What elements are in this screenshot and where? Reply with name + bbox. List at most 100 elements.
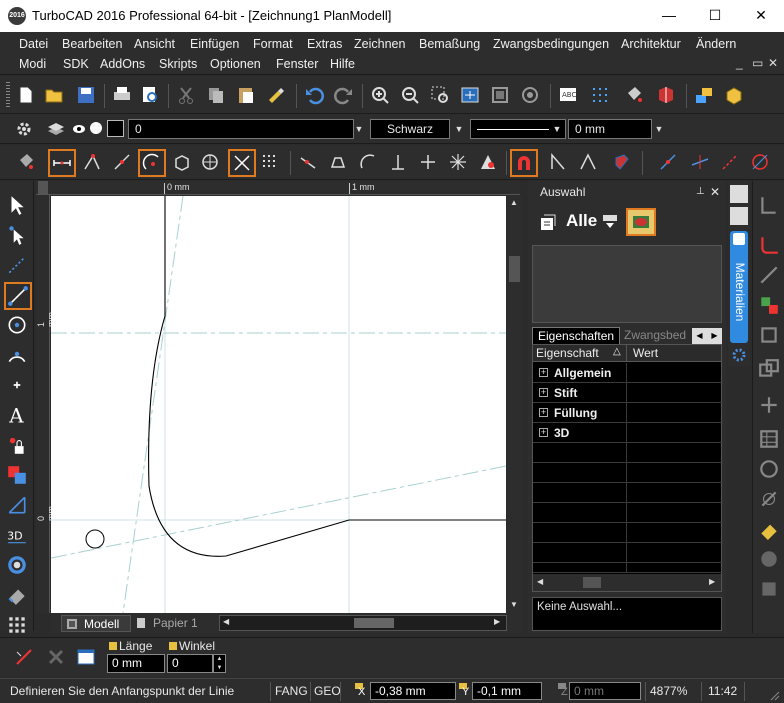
x-coordinate-field[interactable]: -0,38 mm [370,682,456,700]
group-row-allgemein[interactable]: + Allgemein [533,363,723,383]
style-dropdown-arrow-icon[interactable]: ▼ [550,119,564,139]
snap-any-icon[interactable] [446,150,470,174]
tab-scroll-right-icon[interactable]: ▶ [707,328,722,344]
panel-close-icon[interactable]: ✕ [710,181,720,203]
tab-eigenschaften[interactable]: Eigenschaften [532,327,620,345]
select-all-button[interactable]: Alle [566,211,597,231]
group-row-3d[interactable]: +3D [533,423,723,443]
layer-color-dot-icon[interactable] [90,122,102,134]
toolbar-grip[interactable] [6,82,10,108]
zoom-in-icon[interactable] [368,83,392,107]
snap-arc-icon[interactable] [356,150,380,174]
blocks-icon[interactable] [722,83,746,107]
modify-tool-7-icon[interactable] [757,393,781,417]
finish-x-icon[interactable] [44,645,68,669]
group-row-stift[interactable]: + Stift [533,383,723,403]
menu-sdk[interactable]: SDK [63,57,89,71]
modify-tool-5-icon[interactable] [757,323,781,347]
construction-circle-icon[interactable] [748,150,772,174]
redo-icon[interactable] [332,83,356,107]
column-property[interactable]: Eigenschaft [536,346,599,360]
line-options-icon[interactable] [12,645,36,669]
vertical-scrollbar[interactable]: ▲ ▼ [507,196,522,613]
close-button[interactable]: ✕ [738,0,784,32]
select-arrow-icon[interactable] [5,193,29,217]
scroll-up-icon[interactable]: ▲ [510,198,518,207]
save-icon[interactable] [74,83,98,107]
3d-objects-icon[interactable]: 3D [5,523,29,547]
snap-magnet-icon[interactable] [510,149,538,177]
resize-grip-icon[interactable] [768,689,780,701]
construction-line-icon[interactable] [656,150,680,174]
gear-icon[interactable] [12,117,36,141]
menu-format[interactable]: Format [253,37,293,51]
materials-side-tab[interactable]: Materialien [730,231,748,343]
menu-skripts[interactable]: Skripts [159,57,197,71]
visibility-eye-icon[interactable] [72,123,86,135]
menu-modi[interactable]: Modi [19,57,46,71]
menu-zeichnen[interactable]: Zeichnen [354,37,405,51]
modify-tool-13-icon[interactable] [757,577,781,601]
menu-bemassung[interactable]: Bemaßung [419,37,480,51]
menu-bearbeiten[interactable]: Bearbeiten [62,37,122,51]
snap-relative-icon[interactable] [416,150,440,174]
snap-line-length-icon[interactable] [48,149,76,177]
snap-nearest-icon[interactable] [296,150,320,174]
render-icon[interactable] [654,83,678,107]
snap-quadrant-icon[interactable] [198,150,222,174]
menu-datei[interactable]: Datei [19,37,48,51]
grid-snap-icon[interactable] [588,83,612,107]
angled-construction-icon[interactable] [718,150,742,174]
y-lock-icon[interactable]: Y [459,683,471,699]
circle-tool-icon[interactable] [5,313,29,337]
new-file-icon[interactable] [14,83,38,107]
expand-icon[interactable]: + [539,408,548,417]
menu-hilfe[interactable]: Hilfe [330,57,355,71]
layers-icon[interactable] [692,83,716,107]
menu-architektur[interactable]: Architektur [621,37,681,51]
format-painter-icon[interactable] [264,83,288,107]
modify-tool-11-icon[interactable] [757,517,781,541]
layer-select[interactable]: 0 [128,119,354,139]
array-grid-icon[interactable] [5,613,29,637]
grid-hscrollbar[interactable]: ◀ ▶ [533,574,721,591]
constraint-lock-icon[interactable] [5,433,29,457]
horizontal-construction-icon[interactable] [688,150,712,174]
side-tab-icon-1[interactable] [730,185,748,203]
layer-color-swatch[interactable] [107,120,124,137]
layer-manager-icon[interactable] [44,117,68,141]
horizontal-scroll-thumb[interactable] [354,618,394,628]
hatch-fill-icon[interactable] [5,463,29,487]
menu-extras[interactable]: Extras [307,37,342,51]
horizontal-scrollbar[interactable]: ◀ ▶ [219,615,507,631]
undo-icon[interactable] [302,83,326,107]
cut-icon[interactable] [174,83,198,107]
print-icon[interactable] [110,83,134,107]
arc-tool-icon[interactable] [5,343,29,367]
modify-tool-6-icon[interactable] [757,357,781,381]
mdi-restore-button[interactable]: ▭ [752,56,763,70]
snap-perpendicular-icon[interactable] [386,150,410,174]
fang-toggle[interactable]: FANG [275,684,308,698]
filter-select-icon[interactable] [598,210,622,234]
angle-spinner[interactable]: ▲ ▼ [213,654,226,673]
grid-scroll-thumb[interactable] [583,577,601,588]
multi-line-icon[interactable] [5,253,29,277]
grid-scroll-left-icon[interactable]: ◀ [537,577,543,586]
menu-ansicht[interactable]: Ansicht [134,37,175,51]
mdi-minimize-button[interactable]: _ [736,56,743,70]
snap-middle-icon[interactable] [110,150,134,174]
tab-model[interactable]: Modell [61,615,131,632]
zoom-window-icon[interactable] [428,83,452,107]
paint-bucket-icon[interactable] [622,83,646,107]
zoom-out-icon[interactable] [398,83,422,107]
angle-snap-icon[interactable] [576,150,600,174]
z-coordinate-field[interactable]: 0 mm [569,682,641,700]
angle-input[interactable]: 0 [167,654,213,673]
line-width-select[interactable]: 0 mm [568,119,652,139]
pen-color-select[interactable]: Schwarz [370,119,450,139]
angle-constraint-icon[interactable] [546,150,570,174]
length-input[interactable]: 0 mm [107,654,165,673]
paste-icon[interactable] [234,83,258,107]
snap-intersection-icon[interactable] [228,149,256,177]
